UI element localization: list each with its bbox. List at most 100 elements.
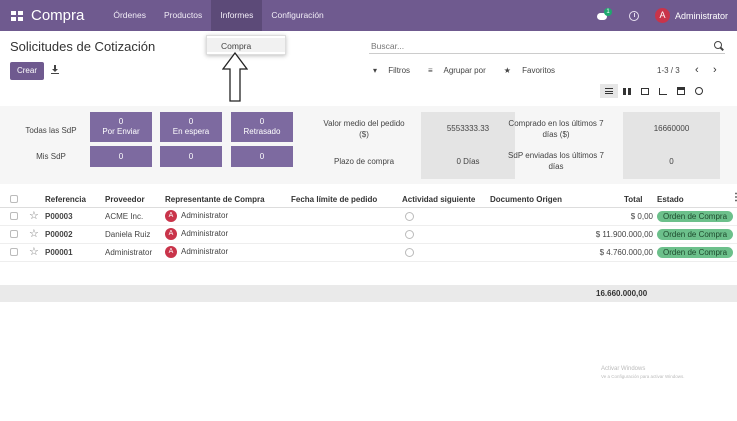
row-total: $ 4.760.000,00 (599, 248, 653, 257)
menu-informes[interactable]: Informes (211, 0, 263, 31)
pager-next-icon[interactable]: › (713, 64, 717, 76)
star-icon[interactable]: ☆ (29, 209, 39, 222)
row-checkbox[interactable] (10, 248, 18, 256)
col-documento-origen[interactable]: Documento Origen (490, 195, 562, 204)
tile-my-waiting[interactable]: 0 (160, 146, 222, 167)
table-row[interactable]: ☆ P00003 ACME Inc. A Administrator $ 0,00… (0, 208, 737, 226)
calendar-icon (677, 87, 685, 95)
lead-time-label: Plazo de compra (333, 157, 395, 166)
row-vendor: Administrator (105, 248, 153, 257)
filters-button[interactable]: ▾ Filtros (373, 66, 419, 75)
rfq-table: Referencia Proveedor Representante de Co… (0, 191, 737, 262)
search-input[interactable] (369, 40, 699, 51)
my-rfq-label: Mis SdP (36, 152, 66, 161)
table-row[interactable]: ☆ P00002 Daniela Ruiz A Administrator $ 1… (0, 226, 737, 244)
list-view-button[interactable] (600, 84, 618, 98)
status-badge: Orden de Compra (657, 247, 734, 258)
avatar: A (165, 228, 177, 240)
star-icon: ★ (503, 66, 511, 75)
graph-icon (659, 87, 667, 95)
col-actividad[interactable]: Actividad siguiente (402, 195, 475, 204)
pivot-view-button[interactable] (636, 84, 654, 98)
col-proveedor[interactable]: Proveedor (105, 195, 145, 204)
avg-order-value: 5553333.33 (421, 112, 515, 145)
tile-to-send[interactable]: 0 Por Enviar (90, 112, 152, 142)
avatar: A (165, 246, 177, 258)
avg-order-value-label: Valor medio del pedido ($) (323, 119, 405, 139)
rfq-sent-last-7-days-label: SdP enviadas los últimos 7 días (508, 151, 604, 171)
graph-view-button[interactable] (654, 84, 672, 98)
create-button[interactable]: Crear (10, 62, 44, 80)
page-title: Solicitudes de Cotización (10, 39, 156, 54)
rfq-sent-last-7-days-value: 0 (623, 145, 720, 179)
optional-columns-icon[interactable]: ⋮ (731, 192, 737, 203)
col-fecha-limite[interactable]: Fecha límite de pedido (291, 195, 377, 204)
favorites-button[interactable]: ★ Favoritos (504, 66, 564, 75)
navbar-right: 1 A Administrator (596, 0, 737, 31)
row-total: $ 11.900.000,00 (595, 230, 653, 239)
filter-icon: ▾ (373, 66, 378, 75)
col-estado[interactable]: Estado (657, 195, 684, 204)
bought-last-7-days-label: Comprado en los últimos 7 días ($) (508, 119, 604, 139)
table-row[interactable]: ☆ P00001 Administrator A Administrator $ … (0, 244, 737, 262)
search-icon[interactable] (714, 41, 722, 49)
col-referencia[interactable]: Referencia (45, 195, 86, 204)
row-representative: A Administrator (165, 210, 228, 222)
activity-clock-icon[interactable] (628, 10, 639, 21)
purchase-dashboard: Todas las SdP Mis SdP 0 Por Enviar 0 En … (0, 106, 737, 184)
app-brand[interactable]: Compra (31, 7, 84, 24)
table-footer-total: 16.660.000,00 (0, 285, 737, 302)
star-icon[interactable]: ☆ (29, 227, 39, 240)
select-all-checkbox[interactable] (10, 195, 18, 203)
tile-my-to-send[interactable]: 0 (90, 146, 152, 167)
tile-late[interactable]: 0 Retrasado (231, 112, 293, 142)
row-checkbox[interactable] (10, 212, 18, 220)
calendar-view-button[interactable] (672, 84, 690, 98)
groupby-button[interactable]: ≡ Agrupar por (428, 66, 495, 75)
grand-total: 16.660.000,00 (596, 289, 648, 298)
chat-badge: 1 (603, 7, 612, 16)
row-vendor: ACME Inc. (105, 212, 144, 221)
windows-activation-watermark: Activar Windows Ve a Configuración para … (601, 366, 685, 379)
user-avatar[interactable]: A (654, 8, 670, 23)
col-representante[interactable]: Representante de Compra (165, 195, 265, 204)
search-bar (369, 38, 725, 54)
activity-clock-icon[interactable] (405, 230, 414, 239)
activity-clock-icon[interactable] (405, 212, 414, 221)
status-badge: Orden de Compra (657, 229, 734, 240)
row-representative: A Administrator (165, 228, 228, 240)
col-total[interactable]: Total (624, 195, 643, 204)
pager-value[interactable]: 1-3 / 3 (657, 66, 680, 75)
all-rfq-label: Todas las SdP (25, 126, 77, 135)
dropdown-item-compra[interactable]: Compra (207, 38, 285, 52)
menu-ordenes[interactable]: Órdenes (104, 0, 155, 31)
up-arrow-annotation-icon (222, 52, 248, 102)
apps-menu-icon[interactable] (11, 10, 23, 21)
row-checkbox[interactable] (10, 230, 18, 238)
row-representative: A Administrator (165, 246, 228, 258)
star-icon[interactable]: ☆ (29, 245, 39, 258)
tile-my-late[interactable]: 0 (231, 146, 293, 167)
clock-icon (695, 87, 703, 95)
row-reference: P00003 (45, 212, 73, 221)
pivot-icon (641, 87, 649, 95)
view-switcher (600, 84, 708, 98)
status-badge: Orden de Compra (657, 211, 734, 222)
activity-view-button[interactable] (690, 84, 708, 98)
search-options: ▾ Filtros ≡ Agrupar por ★ Favoritos (373, 66, 573, 75)
chat-icon[interactable]: 1 (596, 7, 612, 21)
download-icon[interactable] (51, 65, 59, 75)
kanban-icon (623, 87, 631, 95)
user-name[interactable]: Administrator (675, 11, 728, 21)
bought-last-7-days-value: 16660000 (623, 112, 720, 145)
avatar: A (165, 210, 177, 222)
kanban-view-button[interactable] (618, 84, 636, 98)
activity-clock-icon[interactable] (405, 248, 414, 257)
pager-previous-icon[interactable]: ‹ (695, 64, 699, 76)
row-reference: P00001 (45, 248, 73, 257)
menu-configuracion[interactable]: Configuración (262, 0, 332, 31)
tile-waiting[interactable]: 0 En espera (160, 112, 222, 142)
row-vendor: Daniela Ruiz (105, 230, 151, 239)
table-header: Referencia Proveedor Representante de Co… (0, 191, 737, 208)
menu-productos[interactable]: Productos (155, 0, 211, 31)
